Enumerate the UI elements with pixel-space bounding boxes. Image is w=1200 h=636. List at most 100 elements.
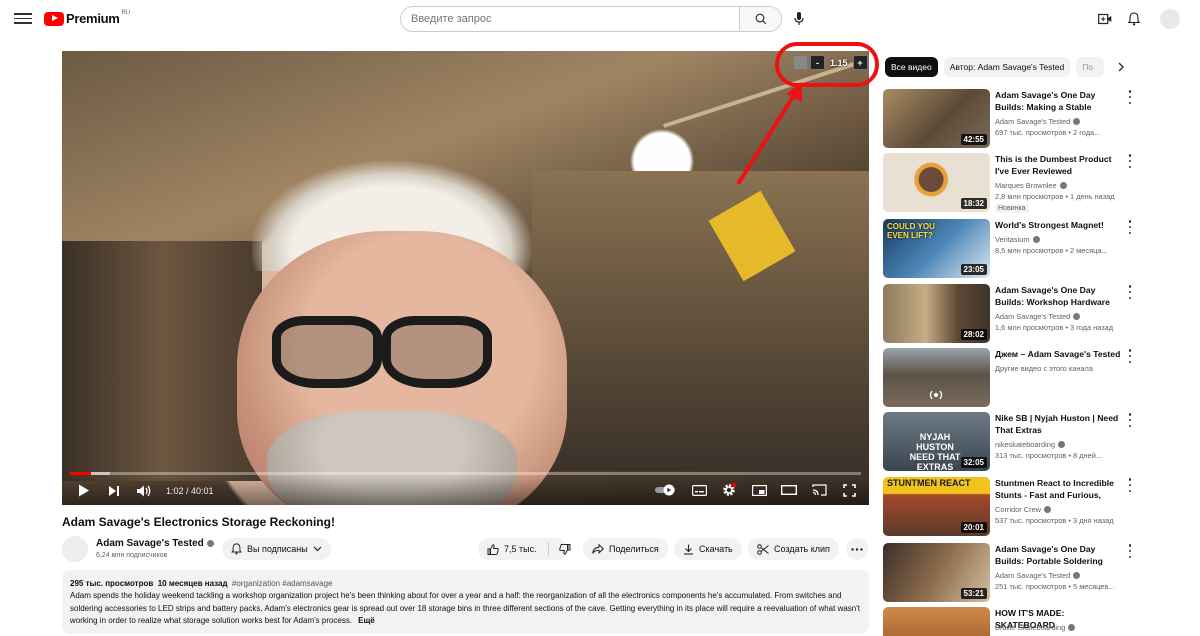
miniplayer-icon[interactable] (747, 478, 771, 502)
rec-channel: Другие видео с этого канала (995, 364, 1093, 373)
duration-badge: 18:32 (960, 198, 987, 209)
rec-title[interactable]: Джем – Adam Savage's Tested (995, 348, 1123, 360)
settings-gear-icon[interactable] (717, 478, 741, 502)
rec-title[interactable]: Adam Savage's One Day Builds: Portable S… (995, 543, 1123, 567)
video-thumbnail[interactable]: STUNTMEN REACT 20:01 (883, 477, 990, 536)
cast-icon[interactable] (807, 478, 831, 502)
rec-channel[interactable]: Adam Savage's Tested (995, 117, 1081, 126)
rec-meta: 697 тыс. просмотров • 2 года... (995, 128, 1101, 137)
rec-channel-text: Adam Savage's Tested (995, 117, 1071, 126)
chip-author[interactable]: Автор: Adam Savage's Tested (943, 57, 1071, 77)
clip-button[interactable]: Создать клип (748, 538, 839, 560)
channel-name-text: Adam Savage's Tested (96, 538, 204, 549)
search-box (400, 6, 782, 32)
speed-increase-button[interactable]: + (852, 55, 868, 70)
rec-channel-text: nikeskateboarding (995, 440, 1055, 449)
video-thumbnail[interactable]: 42:55 (883, 89, 990, 148)
video-thumbnail[interactable]: COULD YOU EVEN LIFT? 23:05 (883, 219, 990, 278)
more-vertical-icon[interactable] (1127, 154, 1133, 168)
rec-channel[interactable]: Adam Savage's Tested (995, 312, 1081, 321)
video-thumbnail[interactable]: 18:32 (883, 153, 990, 212)
rec-meta: 8,5 млн просмотров • 2 месяца... (995, 246, 1108, 255)
share-button[interactable]: Поделиться (583, 538, 668, 560)
thumbnail-caption: STUNTMEN REACT (887, 478, 971, 488)
theater-mode-icon[interactable] (777, 478, 801, 502)
speed-hide-button[interactable] (793, 55, 808, 70)
like-divider (548, 542, 549, 556)
glasses-left (272, 316, 382, 388)
verified-icon (1058, 441, 1065, 448)
rec-title[interactable]: Nike SB | Nyjah Huston | Need That Extra… (995, 412, 1123, 436)
rec-channel[interactable]: Marques Brownlee (995, 181, 1067, 190)
recommendation-item[interactable]: 42:55 Adam Savage's One Day Builds: Maki… (883, 89, 1133, 149)
more-vertical-icon[interactable] (1127, 90, 1133, 104)
subtitles-icon[interactable] (687, 478, 711, 502)
recommendation-item[interactable]: 18:32 This is the Dumbest Product I've E… (883, 153, 1133, 213)
more-vertical-icon[interactable] (1127, 285, 1133, 299)
rec-title[interactable]: Adam Savage's One Day Builds: Making a S… (995, 89, 1123, 113)
rec-channel[interactable]: Adam Savage's Tested (995, 571, 1081, 580)
recommendation-item[interactable]: STUNTMEN REACT 20:01 Stuntmen React to I… (883, 477, 1133, 537)
channel-name[interactable]: Adam Savage's Tested (96, 538, 214, 549)
more-vertical-icon[interactable] (1127, 413, 1133, 427)
autoplay-toggle[interactable] (653, 478, 681, 502)
more-actions-button[interactable] (846, 538, 868, 560)
rec-channel[interactable]: Corridor Crew (995, 505, 1051, 514)
fullscreen-icon[interactable] (837, 478, 861, 502)
video-thumbnail[interactable]: 28:02 (883, 284, 990, 343)
video-thumbnail[interactable]: 53:21 (883, 543, 990, 602)
progress-bar[interactable] (70, 472, 861, 475)
search-input[interactable] (401, 7, 739, 31)
show-more-link[interactable]: Ещё (358, 616, 375, 625)
user-avatar[interactable] (1160, 9, 1180, 29)
video-thumbnail[interactable] (883, 348, 990, 407)
rec-channel-text: Marques Brownlee (995, 181, 1057, 190)
rec-meta: 2,8 млн просмотров • 1 день назад (995, 192, 1115, 201)
next-icon[interactable] (102, 479, 126, 503)
search-button[interactable] (739, 7, 781, 31)
video-thumbnail[interactable] (883, 607, 990, 636)
more-vertical-icon[interactable] (1127, 478, 1133, 492)
rec-channel[interactable]: Veritasium (995, 235, 1040, 244)
volume-icon[interactable] (132, 479, 156, 503)
recommendation-item[interactable]: 53:21 Adam Savage's One Day Builds: Port… (883, 543, 1133, 603)
logo-text: Premium (66, 11, 120, 26)
hashtags[interactable]: #organization #adamsavage (232, 579, 333, 588)
rec-title[interactable]: Stuntmen React to Incredible Stunts - Fa… (995, 477, 1123, 501)
recommendation-item[interactable]: 28:02 Adam Savage's One Day Builds: Work… (883, 284, 1133, 344)
chevron-down-icon (313, 546, 322, 552)
more-vertical-icon[interactable] (1127, 220, 1133, 234)
recommendation-item[interactable]: COULD YOU EVEN LIFT? 23:05 World's Stron… (883, 219, 1133, 279)
rec-channel[interactable]: nikeskateboarding (995, 440, 1065, 449)
more-vertical-icon[interactable] (1127, 349, 1133, 363)
channel-avatar[interactable] (62, 536, 88, 562)
rec-title[interactable]: This is the Dumbest Product I've Ever Re… (995, 153, 1123, 177)
menu-icon[interactable] (14, 10, 32, 26)
microphone-icon[interactable] (790, 10, 808, 28)
chip-all-videos[interactable]: Все видео (885, 57, 938, 77)
play-icon[interactable] (72, 479, 96, 503)
rec-title[interactable]: Adam Savage's One Day Builds: Workshop H… (995, 284, 1123, 308)
subscribed-label: Вы подписаны (247, 544, 308, 554)
speed-decrease-button[interactable]: - (810, 55, 825, 70)
subscribed-button[interactable]: Вы подписаны (222, 538, 331, 560)
chip-related[interactable]: По (1076, 57, 1105, 77)
time-display: 1:02 / 40:01 (166, 485, 214, 496)
recommendation-item[interactable]: HOW IT'S MADE: SKATEBOARD Braille Skateb… (883, 607, 1133, 636)
notifications-bell-icon[interactable] (1125, 10, 1143, 28)
rec-title[interactable]: World's Strongest Magnet! (995, 219, 1123, 231)
chevron-right-icon[interactable] (1114, 60, 1128, 74)
download-button[interactable]: Скачать (674, 538, 742, 560)
description-box[interactable]: 295 тыс. просмотров 10 месяцев назад #or… (62, 570, 869, 634)
recommendation-item[interactable]: NYJAH HUSTON NEED THAT EXTRAS 32:05 Nike… (883, 412, 1133, 472)
progress-fill (70, 472, 91, 475)
rec-channel[interactable]: Braille Skateboarding (995, 623, 1076, 632)
duration-badge: 42:55 (960, 134, 987, 145)
video-thumbnail[interactable]: NYJAH HUSTON NEED THAT EXTRAS 32:05 (883, 412, 990, 471)
dislike-button[interactable] (554, 540, 576, 558)
more-vertical-icon[interactable] (1127, 544, 1133, 558)
recommendation-item[interactable]: Джем – Adam Savage's Tested Другие видео… (883, 348, 1133, 408)
create-video-icon[interactable] (1096, 10, 1114, 28)
download-icon (684, 544, 693, 555)
youtube-logo[interactable]: Premium RU (44, 10, 130, 26)
